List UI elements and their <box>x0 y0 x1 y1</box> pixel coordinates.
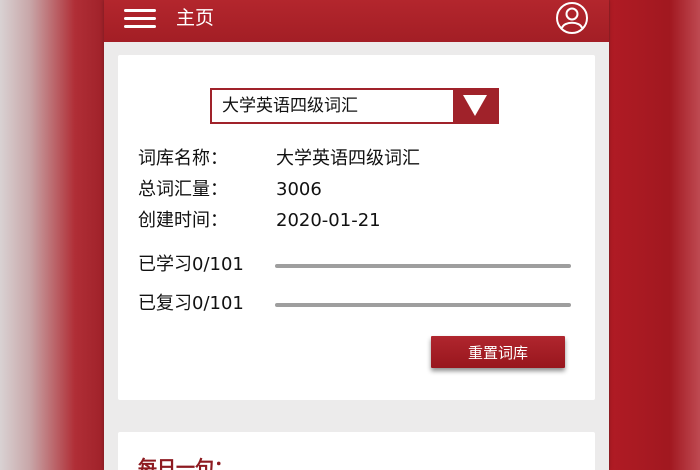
app-screen: 主页 大学英语四级词汇 词库名称： 大学英语四级词汇 总词汇量： 3006 创建… <box>104 0 609 470</box>
wordbank-select-value: 大学英语四级词汇 <box>222 96 358 116</box>
learned-progress-row: 已学习0/101 <box>138 252 578 278</box>
user-avatar-icon[interactable] <box>552 2 592 36</box>
wordbank-select[interactable]: 大学英语四级词汇 <box>210 88 499 124</box>
background-right <box>610 0 700 470</box>
triangle-down-icon <box>463 95 487 116</box>
learned-progress-bar <box>275 264 571 268</box>
wordbank-card: 大学英语四级词汇 词库名称： 大学英语四级词汇 总词汇量： 3006 创建时间：… <box>118 55 595 400</box>
wordbank-total-label: 总词汇量： <box>138 179 228 200</box>
reviewed-progress-row: 已复习0/101 <box>138 291 578 317</box>
app-header: 主页 <box>104 0 609 42</box>
reviewed-progress-bar <box>275 303 571 307</box>
hamburger-menu-icon[interactable] <box>124 9 156 29</box>
wordbank-created-value: 2020-01-21 <box>276 210 381 231</box>
dropdown-button[interactable] <box>453 90 497 122</box>
reviewed-progress-label: 已复习0/101 <box>138 293 244 314</box>
wordbank-name-label: 词库名称： <box>138 148 228 169</box>
learned-progress-label: 已学习0/101 <box>138 254 244 275</box>
reset-wordbank-button[interactable]: 重置词库 <box>431 336 565 368</box>
page-title: 主页 <box>176 7 215 29</box>
daily-sentence-card: 每日一句： <box>118 432 595 470</box>
wordbank-total-value: 3006 <box>276 179 322 200</box>
wordbank-created-label: 创建时间： <box>138 210 228 231</box>
daily-sentence-title: 每日一句： <box>138 457 234 470</box>
wordbank-name-value: 大学英语四级词汇 <box>276 148 420 169</box>
